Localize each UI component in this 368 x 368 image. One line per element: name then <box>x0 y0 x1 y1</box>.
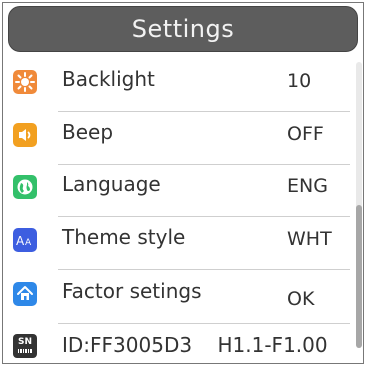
speaker-icon <box>13 123 37 147</box>
setting-label: Beep <box>62 120 114 144</box>
serial-number-icon: SN <box>13 334 37 358</box>
globe-icon <box>13 175 37 199</box>
svg-text:A: A <box>16 234 25 248</box>
setting-label: Factor setings <box>62 279 202 303</box>
setting-row-language[interactable]: Language ENG <box>10 161 350 217</box>
setting-value: ENG <box>287 175 328 197</box>
page-title: Settings <box>131 15 235 43</box>
setting-label: Theme style <box>62 225 186 249</box>
title-bar: Settings <box>8 6 358 52</box>
setting-row-backlight[interactable]: Backlight 10 <box>10 56 350 112</box>
svg-text:A: A <box>25 238 32 248</box>
home-icon <box>13 282 37 306</box>
setting-value: OK <box>287 288 315 310</box>
device-info-row: SN ID:FF3005D3 H1.1-F1.00 <box>10 328 350 364</box>
sun-icon <box>13 70 37 94</box>
setting-row-beep[interactable]: Beep OFF <box>10 109 350 165</box>
divider <box>58 323 350 324</box>
setting-row-factor-settings[interactable]: Factor setings OK <box>10 268 350 324</box>
font-aa-icon: A A <box>13 228 37 252</box>
setting-row-theme-style[interactable]: A A Theme style WHT <box>10 214 350 270</box>
setting-value: 10 <box>287 70 312 92</box>
scrollbar-thumb[interactable] <box>356 205 362 348</box>
setting-value: OFF <box>287 123 324 145</box>
setting-label: Language <box>62 172 161 196</box>
setting-label: Backlight <box>62 67 155 91</box>
setting-value: WHT <box>287 228 332 250</box>
device-id-firmware: ID:FF3005D3 H1.1-F1.00 <box>62 333 328 357</box>
